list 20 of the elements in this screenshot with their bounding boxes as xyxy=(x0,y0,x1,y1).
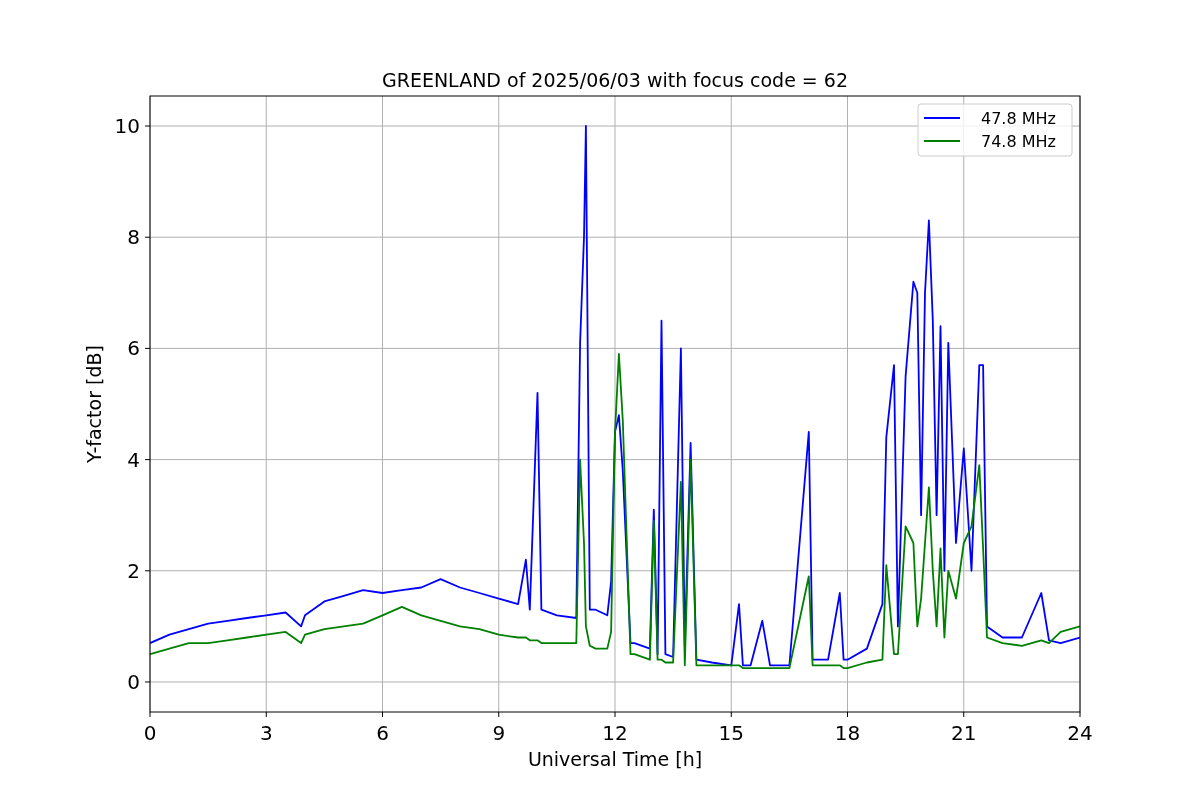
x-tick-label: 12 xyxy=(602,721,628,745)
x-tick-label: 9 xyxy=(492,721,506,745)
x-tick-label: 21 xyxy=(951,721,977,745)
y-tick-label: 10 xyxy=(114,114,140,138)
y-axis-label: Y-factor [dB] xyxy=(83,345,105,463)
legend-label: 47.8 MHz xyxy=(981,109,1056,128)
x-tick-label: 18 xyxy=(834,721,861,745)
legend-label: 74.8 MHz xyxy=(981,132,1056,151)
y-tick-label: 2 xyxy=(127,558,140,583)
x-axis-label: Universal Time [h] xyxy=(527,748,703,770)
chart-title: GREENLAND of 2025/06/03 with focus code = 62 xyxy=(382,69,848,91)
x-tick-label: 24 xyxy=(1067,721,1093,745)
x-tick-label: 3 xyxy=(259,721,273,745)
y-tick-label: 0 xyxy=(127,670,140,694)
y-tick-label: 6 xyxy=(127,336,140,361)
y-tick-label: 4 xyxy=(127,447,140,472)
x-tick-label: 15 xyxy=(718,721,744,745)
y-tick-label: 8 xyxy=(127,225,140,250)
x-tick-label: 6 xyxy=(376,721,389,745)
x-tick-label: 0 xyxy=(143,721,157,745)
